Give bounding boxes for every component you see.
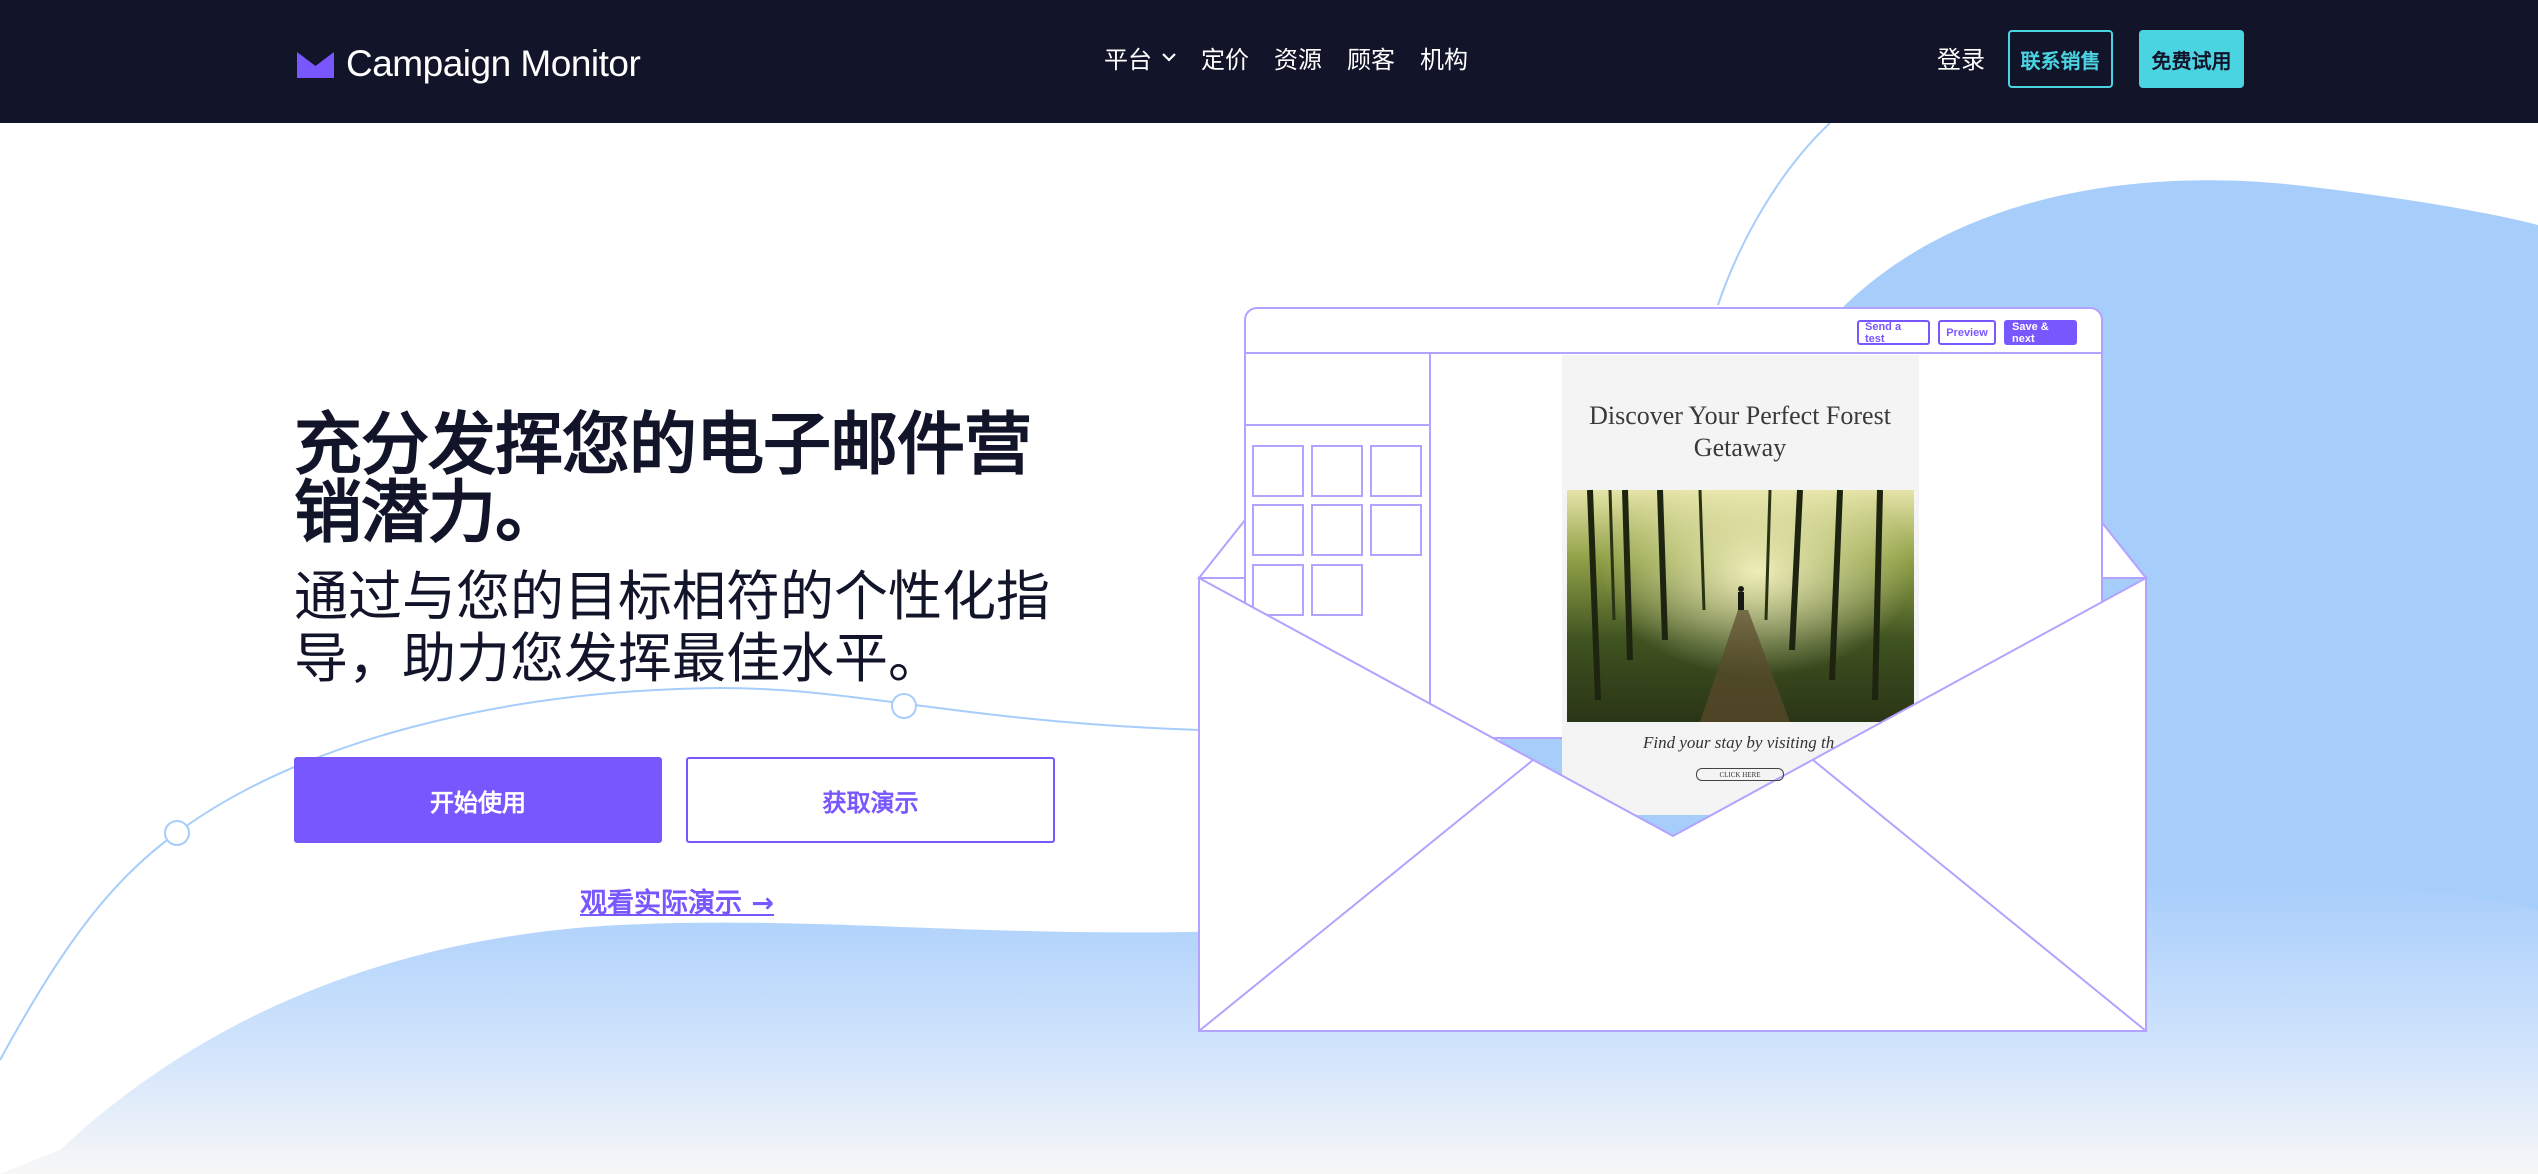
contact-sales-button[interactable]: 联系销售 <box>2008 30 2113 88</box>
main-menu: 平台 定价 资源 顾客 机构 <box>1104 40 1493 75</box>
menu-item-label: 机构 <box>1420 46 1468 74</box>
get-started-button[interactable]: 开始使用 <box>294 757 662 843</box>
brand-logo[interactable]: Campaign Monitor <box>297 43 641 84</box>
brand-name: Campaign Monitor <box>346 43 641 84</box>
hero-headline: 充分发挥您的电子邮件营销潜力。 <box>294 406 1032 553</box>
menu-item-label: 平台 <box>1104 46 1152 74</box>
login-link[interactable]: 登录 <box>1937 40 1985 75</box>
email-cta-button: CLICK HERE <box>1696 768 1784 781</box>
top-nav: Campaign Monitor 平台 定价 资源 顾客 机构 登录 联系销售 … <box>0 0 2538 123</box>
free-trial-button[interactable]: 免费试用 <box>2139 30 2244 88</box>
email-caption: Find your stay by visiting th <box>1643 733 1835 752</box>
editor-toolbar: Send a test Preview Save & next <box>1857 320 2077 345</box>
chevron-down-icon <box>1162 53 1176 62</box>
preview-button[interactable]: Preview <box>1938 320 1996 345</box>
menu-item-label: 定价 <box>1201 46 1249 74</box>
get-demo-button[interactable]: 获取演示 <box>686 757 1055 843</box>
menu-item-customers[interactable]: 顾客 <box>1347 40 1395 75</box>
menu-item-pricing[interactable]: 定价 <box>1201 40 1249 75</box>
forest-photo <box>1567 489 1914 722</box>
save-next-button[interactable]: Save & next <box>2004 320 2077 345</box>
send-test-button[interactable]: Send a test <box>1857 320 1930 345</box>
watch-live-demo-link[interactable]: 观看实际演示 → <box>580 881 774 920</box>
menu-item-label: 顾客 <box>1347 46 1395 74</box>
envelope-logo-icon <box>297 52 334 78</box>
menu-item-agencies[interactable]: 机构 <box>1420 40 1468 75</box>
email-title: Discover Your Perfect Forest Getaway <box>1589 401 1891 462</box>
menu-item-resources[interactable]: 资源 <box>1274 40 1322 75</box>
menu-item-label: 资源 <box>1274 46 1322 74</box>
hero-subhead: 通过与您的目标相符的个性化指导，助力您发挥最佳水平。 <box>294 565 1050 690</box>
menu-item-platform[interactable]: 平台 <box>1104 40 1176 75</box>
